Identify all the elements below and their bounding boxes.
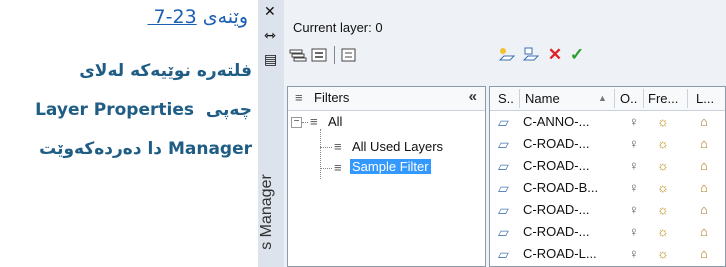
layer-name: C-ROAD-B... [523, 180, 599, 195]
new-group-filter-icon[interactable] [310, 45, 330, 65]
grid-header: S.. Name ▲ O.. Fre... L... [490, 87, 725, 111]
caption-line-3: Manager دا دەردەکەوێت [2, 130, 252, 169]
table-row[interactable]: ▱ C-ROAD-... ♀ ☼ ⌂ [490, 155, 725, 177]
table-row[interactable]: ▱ C-ROAD-B... ♀ ☼ ⌂ [490, 177, 725, 199]
figure-prefix: وێنەی [202, 6, 248, 28]
layer-on-bulb-icon[interactable]: ♀ [629, 202, 639, 217]
layer-name: C-ANNO-... [523, 114, 590, 129]
layer-status-icon: ▱ [498, 136, 509, 152]
layer-on-bulb-icon[interactable]: ♀ [629, 246, 639, 261]
sort-ascending-icon: ▲ [598, 93, 607, 103]
layer-on-bulb-icon[interactable]: ♀ [629, 136, 639, 151]
caption-latin-1: Layer Properties [35, 100, 194, 120]
layer-properties-manager: Current layer: 0 ✕ ✓ ≡ Filters « − ≡ All… [284, 0, 726, 267]
col-name[interactable]: Name [525, 91, 560, 106]
layer-unlock-icon[interactable]: ⌂ [700, 246, 708, 261]
table-row[interactable]: ▱ C-ROAD-... ♀ ☼ ⌂ [490, 133, 725, 155]
layer-thaw-sun-icon[interactable]: ☼ [657, 180, 669, 195]
collapse-filters-icon[interactable]: « [469, 88, 477, 105]
layer-thaw-sun-icon[interactable]: ☼ [657, 224, 669, 239]
layer-on-bulb-icon[interactable]: ♀ [629, 114, 639, 129]
layer-unlock-icon[interactable]: ⌂ [700, 224, 708, 239]
layer-thaw-sun-icon[interactable]: ☼ [657, 246, 669, 261]
layer-status-icon: ▱ [498, 246, 509, 262]
toolbar-separator [334, 46, 335, 64]
new-layer-icon[interactable] [497, 45, 517, 65]
caption-line-1: فلتەرە نوێیەکە لەلای [79, 61, 252, 81]
layer-list-grid: S.. Name ▲ O.. Fre... L... ▱ C-ANNO-... … [489, 86, 726, 267]
col-on[interactable]: O.. [620, 91, 637, 106]
caption-word: چەپی [205, 100, 252, 120]
new-layer-vp-frozen-icon[interactable] [521, 45, 541, 65]
tree-connector [320, 168, 332, 169]
layer-unlock-icon[interactable]: ⌂ [700, 180, 708, 195]
layer-status-icon: ▱ [498, 158, 509, 174]
caption-line-2: چەپی Layer Properties [2, 91, 252, 130]
tree-connector [320, 147, 332, 148]
auto-hide-icon[interactable]: ⇿ [264, 28, 276, 44]
filters-tree-panel: ≡ Filters « − ≡ All ≡ All Used Layers ≡ … [287, 86, 486, 267]
table-row[interactable]: ▱ C-ROAD-... ♀ ☼ ⌂ [490, 199, 725, 221]
caption-text: فلتەرە نوێیەکە لەلای چەپی Layer Properti… [2, 52, 252, 169]
layer-name: C-ROAD-... [523, 158, 590, 173]
layer-name: C-ROAD-L... [523, 246, 597, 261]
used-layers-filter-icon: ≡ [334, 139, 342, 154]
layer-unlock-icon[interactable]: ⌂ [700, 114, 708, 129]
tree-node-sample-filter[interactable]: Sample Filter [350, 159, 431, 174]
layer-on-bulb-icon[interactable]: ♀ [629, 158, 639, 173]
layer-on-bulb-icon[interactable]: ♀ [629, 224, 639, 239]
tree-connector [302, 122, 308, 123]
caption-latin-2: Manager [167, 139, 252, 159]
close-icon[interactable]: ✕ [264, 4, 276, 20]
caption-tail: دا دەردەکەوێت [39, 139, 163, 159]
layer-name: C-ROAD-... [523, 202, 590, 217]
table-row[interactable]: ▱ C-ROAD-L... ♀ ☼ ⌂ [490, 243, 725, 265]
col-status[interactable]: S.. [498, 91, 514, 106]
layer-unlock-icon[interactable]: ⌂ [700, 136, 708, 151]
tree-connector [320, 129, 321, 179]
filters-header-label: Filters [314, 90, 350, 105]
filter-icon: ≡ [295, 90, 303, 105]
all-filter-icon: ≡ [310, 114, 318, 129]
layer-on-bulb-icon[interactable]: ♀ [629, 180, 639, 195]
layer-status-icon: ▱ [498, 224, 509, 240]
tree-node-all-used-layers[interactable]: All Used Layers [352, 139, 443, 154]
figure-underline [124, 6, 154, 28]
filters-header: ≡ Filters « [288, 87, 485, 111]
palette-title-strip: ✕ ⇿ ▤ s Manager [258, 0, 285, 267]
layer-thaw-sun-icon[interactable]: ☼ [657, 202, 669, 217]
layer-status-icon: ▱ [498, 114, 509, 130]
delete-layer-icon[interactable]: ✕ [545, 45, 565, 65]
new-property-filter-icon[interactable] [288, 45, 308, 65]
properties-menu-icon[interactable]: ▤ [264, 52, 277, 68]
layer-unlock-icon[interactable]: ⌂ [700, 158, 708, 173]
set-current-icon[interactable]: ✓ [567, 45, 587, 65]
layer-status-icon: ▱ [498, 180, 509, 196]
table-row[interactable]: ▱ C-ROAD-... ♀ ☼ ⌂ [490, 221, 725, 243]
tree-expander-icon[interactable]: − [291, 117, 302, 128]
layer-name: C-ROAD-... [523, 224, 590, 239]
figure-number: 23-7 [153, 6, 197, 28]
table-row[interactable]: ▱ C-ANNO-... ♀ ☼ ⌂ [490, 111, 725, 133]
layer-thaw-sun-icon[interactable]: ☼ [657, 158, 669, 173]
palette-title: s Manager [258, 174, 275, 250]
layer-thaw-sun-icon[interactable]: ☼ [657, 114, 669, 129]
current-layer-label: Current layer: 0 [293, 20, 383, 35]
figure-label: وێنەی 23-7 [124, 6, 248, 28]
sample-filter-icon: ≡ [334, 160, 342, 175]
layer-states-manager-icon[interactable] [339, 45, 359, 65]
layer-status-icon: ▱ [498, 202, 509, 218]
tree-node-all[interactable]: All [328, 114, 342, 129]
layer-unlock-icon[interactable]: ⌂ [700, 202, 708, 217]
col-freeze[interactable]: Fre... [648, 91, 678, 106]
layer-name: C-ROAD-... [523, 136, 590, 151]
col-lock[interactable]: L... [696, 91, 714, 106]
figure-caption: وێنەی 23-7 فلتەرە نوێیەکە لەلای چەپی Lay… [0, 0, 256, 267]
layer-thaw-sun-icon[interactable]: ☼ [657, 136, 669, 151]
